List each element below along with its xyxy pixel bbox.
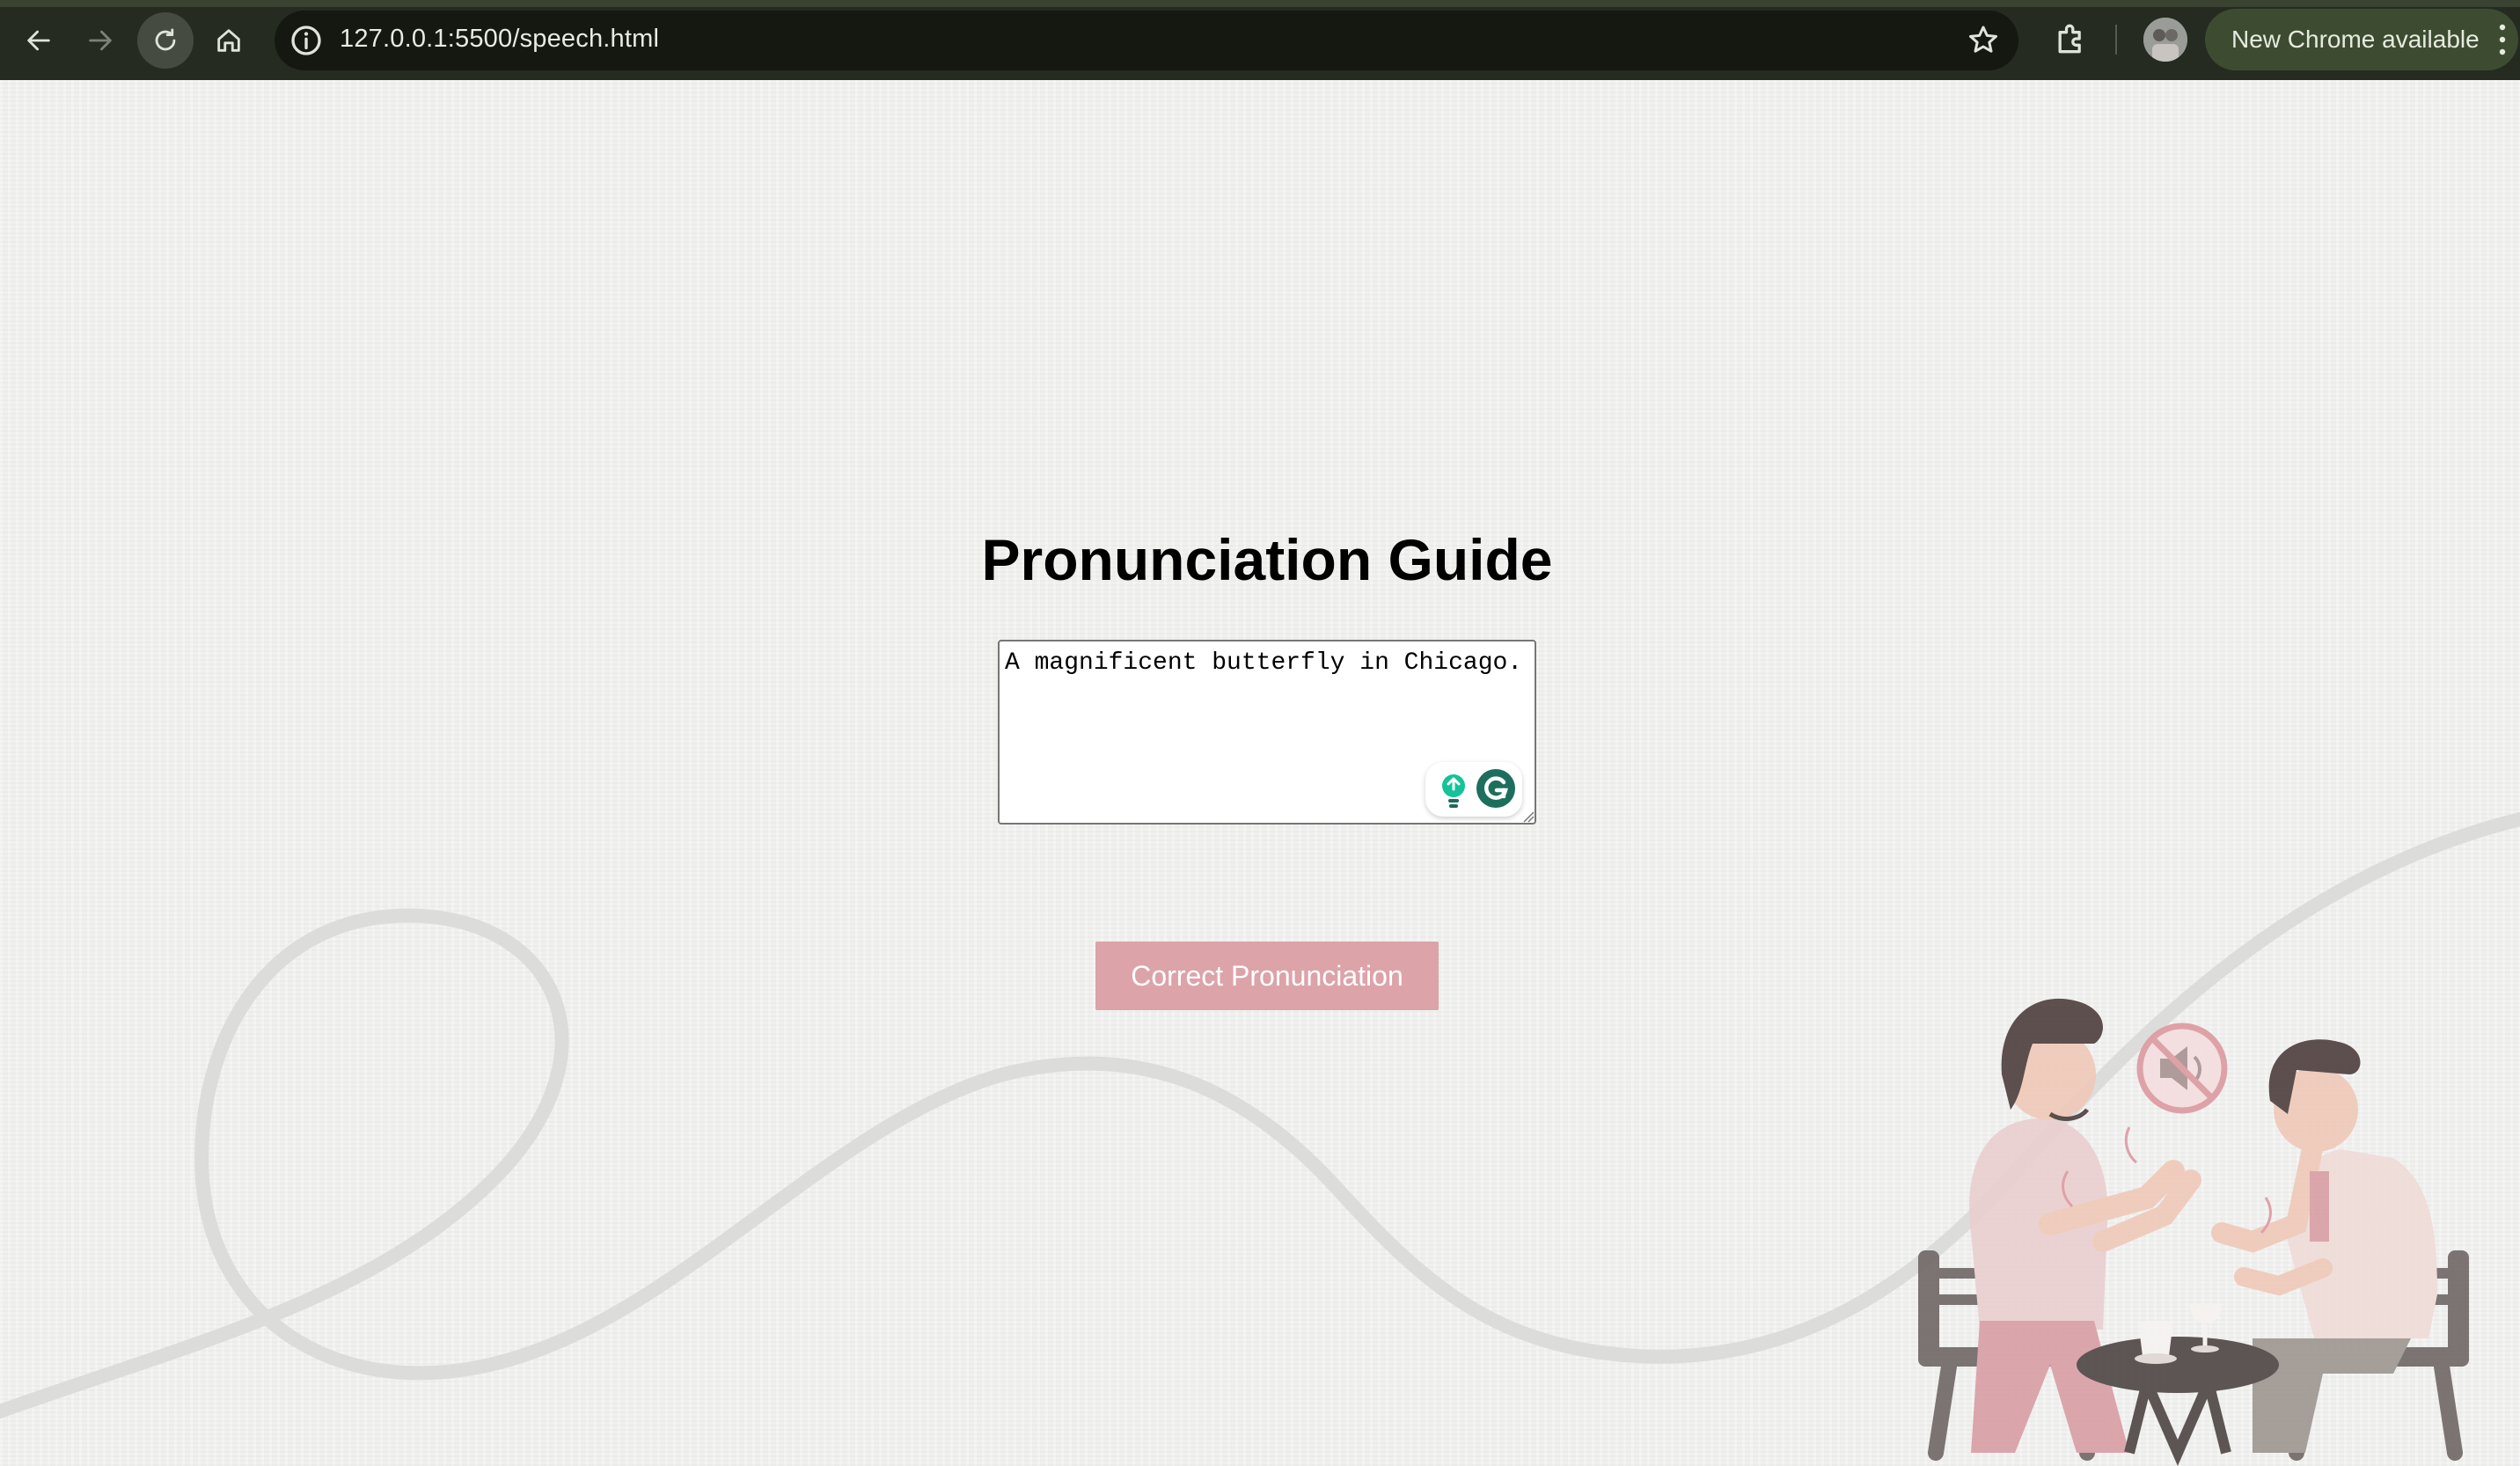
correct-pronunciation-button[interactable]: Correct Pronunciation: [1095, 942, 1439, 1010]
profile-avatar-icon: [2143, 18, 2187, 62]
home-icon: [217, 29, 240, 52]
url-text[interactable]: 127.0.0.1:5500/speech.html: [340, 25, 659, 54]
browser-toolbar: 127.0.0.1:5500/speech.html New Chrome av…: [0, 0, 2520, 80]
forward-arrow-icon: [89, 30, 112, 51]
window-edge: [0, 0, 2520, 7]
more-menu-icon: [2499, 24, 2506, 55]
page-title: Pronunciation Guide: [981, 527, 1553, 592]
back-button[interactable]: [11, 12, 67, 69]
update-label: New Chrome available: [2231, 26, 2480, 53]
chrome-update-button[interactable]: New Chrome available: [2205, 9, 2518, 70]
reload-icon: [155, 28, 176, 51]
bookmark-star-icon[interactable]: [1966, 23, 2001, 58]
grammarly-widget[interactable]: [1425, 762, 1522, 817]
lightbulb-icon[interactable]: [1436, 771, 1471, 810]
address-bar[interactable]: 127.0.0.1:5500/speech.html: [275, 11, 2018, 70]
site-info-icon[interactable]: [289, 23, 324, 58]
back-arrow-icon: [27, 30, 50, 51]
conversation-illustration: [1918, 998, 2469, 1466]
toolbar-divider: [2115, 25, 2117, 55]
profile-avatar[interactable]: [2143, 18, 2187, 62]
grammarly-logo-icon[interactable]: [1475, 767, 1517, 810]
resize-grip-icon[interactable]: [1520, 809, 1535, 823]
reload-button[interactable]: [137, 12, 194, 69]
forward-button[interactable]: [72, 12, 128, 69]
home-button[interactable]: [201, 12, 257, 69]
extensions-puzzle-icon[interactable]: [2052, 19, 2091, 58]
